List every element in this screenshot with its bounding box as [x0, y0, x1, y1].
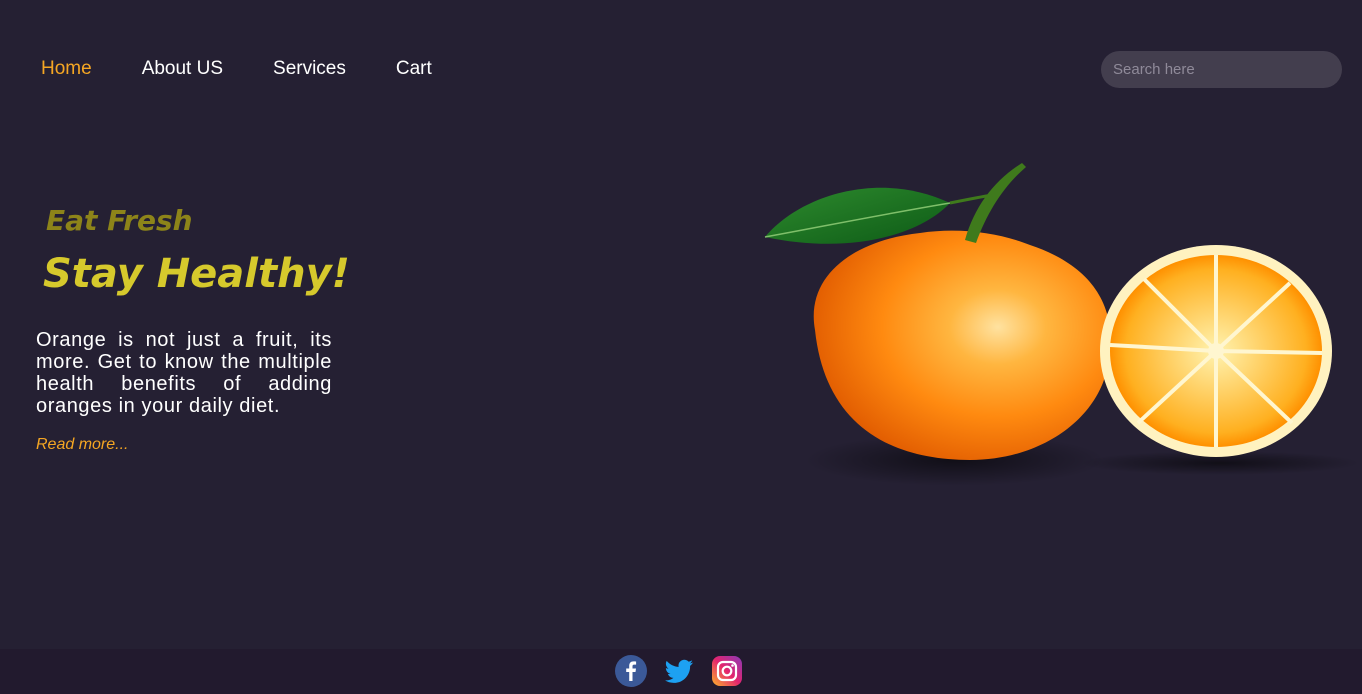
slice-center [1208, 343, 1224, 359]
orange-illustration [764, 163, 1360, 486]
read-more-link[interactable]: Read more... [36, 436, 128, 454]
whole-orange [813, 230, 1111, 460]
nav-home-link[interactable]: Home [41, 57, 92, 81]
footer [0, 649, 1362, 694]
hero-eyebrow: Eat Fresh [46, 204, 193, 237]
page: Home About US Services Cart Eat Fresh St… [0, 0, 1362, 694]
twitter-icon[interactable] [663, 655, 695, 687]
hero-description: Orange is not just a fruit, its more. Ge… [36, 329, 332, 417]
search-input[interactable] [1101, 51, 1342, 88]
hero-headline: Stay Healthy! [43, 251, 350, 297]
nav-services-link[interactable]: Services [273, 57, 346, 81]
nav-about-link[interactable]: About US [142, 57, 223, 81]
main-nav: Home About US Services Cart [41, 57, 482, 81]
stem [965, 163, 1026, 243]
nav-cart-link[interactable]: Cart [396, 57, 432, 81]
instagram-icon[interactable] [711, 655, 743, 687]
facebook-icon[interactable] [615, 655, 647, 687]
